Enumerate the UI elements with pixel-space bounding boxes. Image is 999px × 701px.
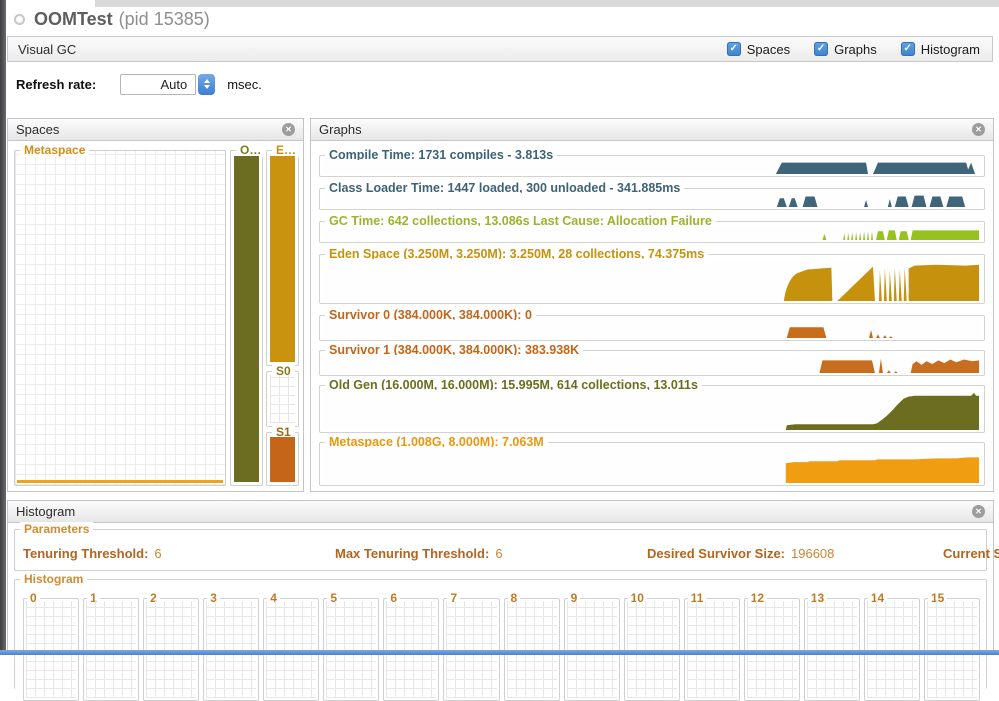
graphs-panel: Graphs Compile Time: 1731 compiles - 3.8…	[310, 118, 994, 492]
histogram-group-title: Histogram	[20, 572, 87, 586]
checkbox-graphs-label: Graphs	[834, 42, 877, 57]
bottom-window-edge	[0, 650, 999, 655]
refresh-rate-label: Refresh rate:	[16, 77, 96, 92]
eden-space-series	[322, 259, 982, 301]
metaspace-space-label: Metaspace	[20, 143, 89, 157]
histogram-panel: Histogram Parameters Tenuring Threshold:…	[7, 500, 994, 655]
survivor0-empty-grid	[270, 375, 295, 423]
metaspace-usage-bar	[17, 480, 223, 483]
old-gen-space-box: O…	[230, 150, 263, 486]
old-gen-series	[322, 390, 982, 430]
graph-row-eden-space: Eden Space (3.250M, 3.250M): 3.250M, 28 …	[319, 254, 985, 304]
tenuring-threshold-value: 6	[154, 546, 161, 561]
survivor-1-series	[322, 355, 982, 373]
current-survivor-size: Current Survivor Size:393216	[943, 546, 999, 561]
close-icon[interactable]	[282, 123, 295, 136]
checkmark-icon[interactable]	[814, 42, 828, 56]
checkbox-histogram[interactable]: Histogram	[901, 42, 980, 57]
desired-survivor-size-label: Desired Survivor Size:	[647, 546, 785, 561]
eden-space-graph	[322, 259, 982, 301]
checkbox-spaces[interactable]: Spaces	[727, 42, 790, 57]
checkbox-graphs[interactable]: Graphs	[814, 42, 877, 57]
background-window-band	[95, 0, 999, 7]
chevron-down-icon	[204, 85, 210, 89]
visual-gc-toolbar: Visual GC Spaces Graphs Histogram	[7, 36, 993, 62]
survivor1-space-box: S1	[266, 432, 299, 486]
app-title-pid: (pid 15385)	[119, 9, 210, 29]
refresh-rate-stepper[interactable]	[198, 74, 215, 95]
gc-time-series	[322, 226, 982, 240]
histogram-group: Histogram 0 1 2 3 4	[14, 579, 987, 689]
tenuring-threshold: Tenuring Threshold: 6	[23, 546, 162, 561]
application-title-row: OOMTest (pid 15385)	[14, 7, 210, 31]
close-icon[interactable]	[972, 123, 985, 136]
old-gen-graph	[322, 390, 982, 430]
max-tenuring-threshold-value: 6	[495, 546, 502, 561]
graph-row-survivor-1: Survivor 1 (384.000K, 384.000K): 383.938…	[319, 350, 985, 376]
chevron-up-icon	[204, 79, 210, 83]
metaspace-series	[322, 447, 982, 483]
graph-row-class-loader-time: Class Loader Time: 1447 loaded, 300 unlo…	[319, 188, 985, 210]
close-icon[interactable]	[972, 505, 985, 518]
desired-survivor-size: Desired Survivor Size: 196608	[647, 546, 834, 561]
refresh-rate-select[interactable]: Auto	[120, 74, 196, 95]
graphs-panel-title: Graphs	[319, 122, 362, 137]
max-tenuring-threshold: Max Tenuring Threshold: 6	[335, 546, 503, 561]
parameters-group: Parameters Tenuring Threshold:6 Max Tenu…	[14, 529, 987, 571]
tab-visual-gc[interactable]: Visual GC	[18, 42, 76, 57]
refresh-rate-row: Refresh rate: Auto msec.	[16, 73, 262, 95]
page-title: OOMTest (pid 15385)	[34, 9, 210, 30]
eden-space-box: E…	[266, 150, 299, 366]
current-survivor-size-label: Current Survivor Size:	[943, 546, 999, 561]
spaces-panel: Spaces Metaspace O… E… S0 S1	[7, 118, 304, 492]
survivor1-usage-bar	[270, 437, 295, 482]
checkmark-icon[interactable]	[727, 42, 741, 56]
spaces-panel-title: Spaces	[16, 122, 59, 137]
survivor-0-series	[322, 320, 982, 338]
survivor-1-graph	[322, 355, 982, 373]
histogram-panel-header: Histogram	[8, 501, 993, 523]
compile-time-series	[322, 160, 982, 174]
histogram-bins: 0 1 2 3 4 5 6	[23, 594, 980, 701]
graphs-panel-header: Graphs	[311, 119, 993, 141]
desired-survivor-size-value: 196608	[791, 546, 834, 561]
graph-row-old-gen: Old Gen (16.000M, 16.000M): 15.995M, 614…	[319, 385, 985, 433]
window-left-edge	[0, 0, 6, 655]
eden-space-label: E…	[272, 143, 300, 157]
spaces-panel-body: Metaspace O… E… S0 S1	[8, 141, 303, 491]
checkbox-histogram-label: Histogram	[921, 42, 980, 57]
histogram-panel-title: Histogram	[16, 504, 75, 519]
compile-time-graph	[322, 160, 982, 174]
graph-row-metaspace: Metaspace (1.008G, 8.000M): 7.063M	[319, 442, 985, 486]
histogram-panel-body: Parameters Tenuring Threshold: 6 Max Tenu…	[8, 523, 993, 655]
view-toggles: Spaces Graphs Histogram	[727, 42, 982, 57]
old-gen-usage-bar	[234, 156, 259, 482]
checkmark-icon[interactable]	[901, 42, 915, 56]
spaces-panel-header: Spaces	[8, 119, 303, 141]
metaspace-graph	[322, 447, 982, 483]
app-title-text: OOMTest	[34, 9, 113, 29]
max-tenuring-threshold-label: Max Tenuring Threshold:	[335, 546, 489, 561]
graphs-panel-body: Compile Time: 1731 compiles - 3.813s Cla…	[311, 141, 993, 491]
tenuring-threshold-label: Tenuring Threshold:	[23, 546, 148, 561]
metaspace-space-box: Metaspace	[14, 150, 226, 486]
eden-usage-bar	[270, 156, 295, 362]
parameters-group-title: Parameters	[20, 522, 93, 536]
old-gen-space-label: O…	[236, 143, 265, 157]
refresh-rate-unit: msec.	[227, 77, 262, 92]
graph-row-gc-time: GC Time: 642 collections, 13.086s Last C…	[319, 221, 985, 243]
graph-row-compile-time: Compile Time: 1731 compiles - 3.813s	[319, 155, 985, 177]
survivor0-space-box: S0	[266, 371, 299, 427]
graph-row-survivor-0: Survivor 0 (384.000K, 384.000K): 0	[319, 315, 985, 341]
process-status-icon	[14, 14, 25, 25]
gc-time-graph	[322, 226, 982, 240]
class-loader-series	[322, 193, 982, 207]
class-loader-graph	[322, 193, 982, 207]
survivor-0-graph	[322, 320, 982, 338]
checkbox-spaces-label: Spaces	[747, 42, 790, 57]
